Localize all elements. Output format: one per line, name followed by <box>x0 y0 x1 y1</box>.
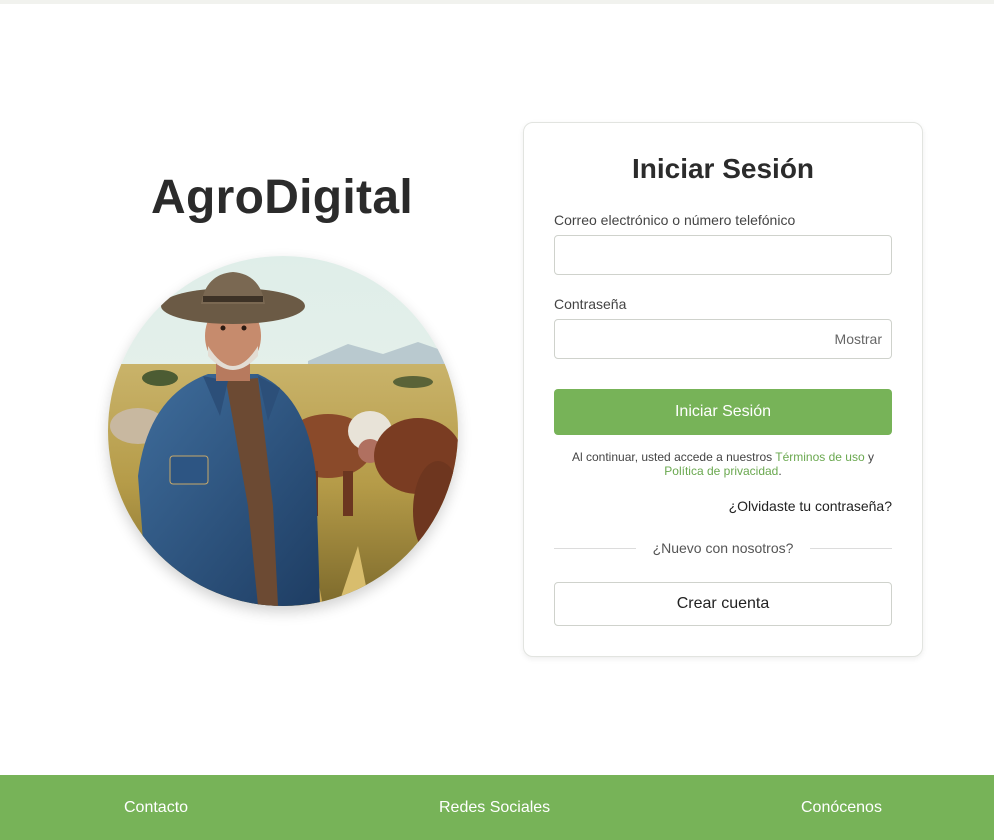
login-card: Iniciar Sesión Correo electrónico o núme… <box>523 122 923 657</box>
legal-suffix: . <box>778 464 782 478</box>
legal-and: y <box>867 450 874 464</box>
footer-link-social[interactable]: Redes Sociales <box>439 799 550 817</box>
forgot-password-link[interactable]: ¿Olvidaste tu contraseña? <box>729 498 892 514</box>
top-strip <box>0 0 994 4</box>
hero-image <box>108 256 458 606</box>
new-user-divider: ¿Nuevo con nosotros? <box>554 539 892 559</box>
farmer-photo-illustration <box>108 256 458 606</box>
divider-line-right <box>810 548 892 549</box>
legal-notice: Al continuar, usted accede a nuestros Té… <box>554 450 892 478</box>
privacy-link[interactable]: Política de privacidad <box>664 464 778 478</box>
brand-title: AgroDigital <box>151 171 413 224</box>
footer-link-contact[interactable]: Contacto <box>124 799 188 817</box>
legal-prefix: Al continuar, usted accede a nuestros <box>572 450 773 464</box>
identifier-label: Correo electrónico o número telefónico <box>554 212 796 228</box>
footer: Contacto Redes Sociales Conócenos <box>0 775 994 840</box>
footer-link-about[interactable]: Conócenos <box>801 799 882 817</box>
password-label: Contraseña <box>554 296 627 312</box>
show-password-toggle[interactable]: Mostrar <box>835 331 882 347</box>
create-account-button[interactable]: Crear cuenta <box>554 582 892 626</box>
identifier-input[interactable] <box>554 235 892 275</box>
terms-link[interactable]: Términos de uso <box>775 450 864 464</box>
login-title: Iniciar Sesión <box>631 153 815 184</box>
login-submit-button[interactable]: Iniciar Sesión <box>554 389 892 435</box>
